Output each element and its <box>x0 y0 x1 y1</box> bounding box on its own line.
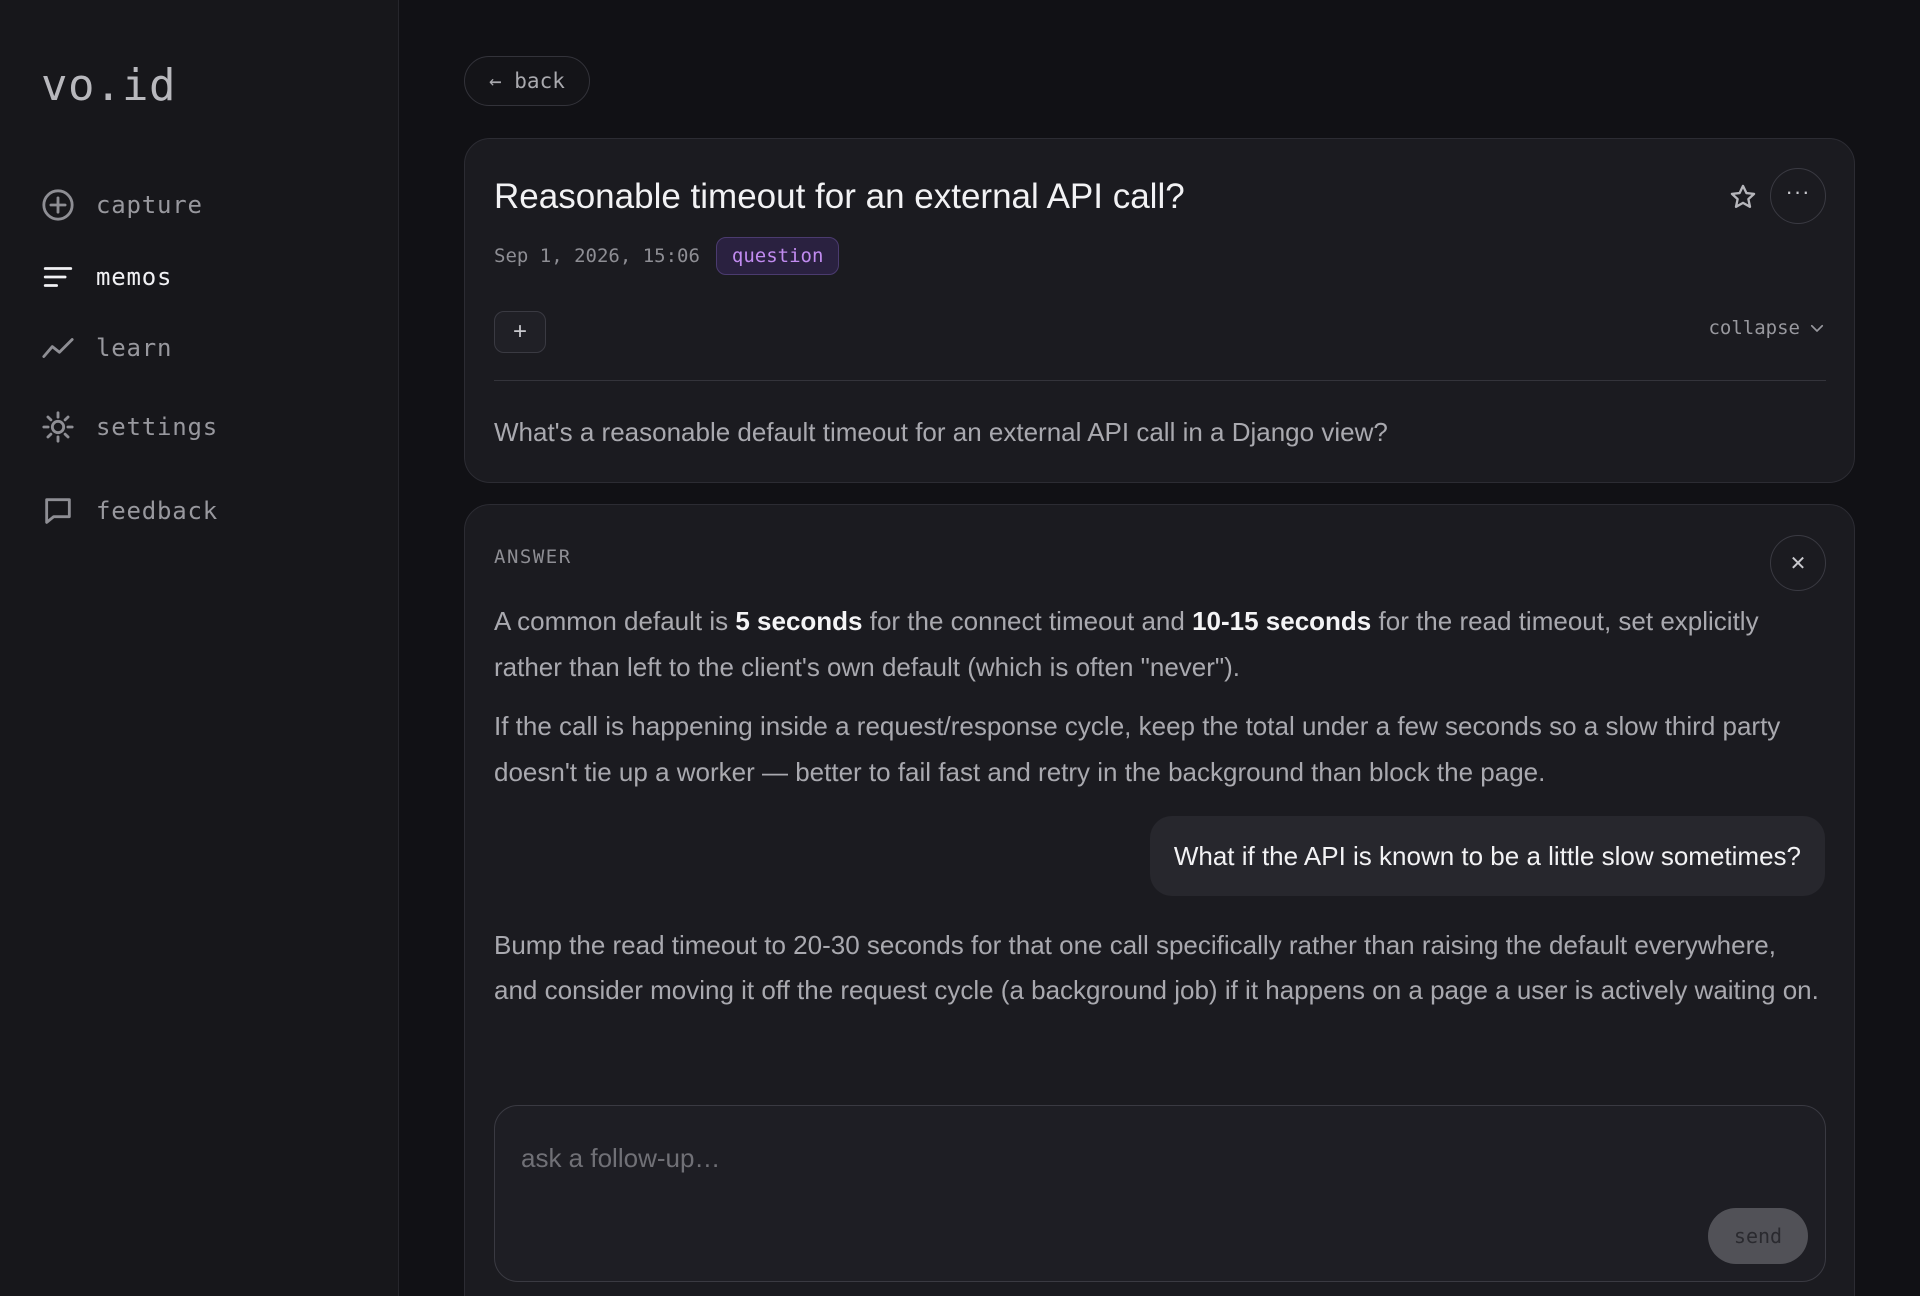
sidebar-item-feedback[interactable]: feedback <box>40 486 218 536</box>
trend-line-icon <box>40 330 76 366</box>
sidebar-item-memos[interactable]: memos <box>40 252 172 302</box>
sun-gear-icon <box>40 409 76 445</box>
answer-text-run: A common default is <box>494 606 736 636</box>
answer-paragraph: Bump the read timeout to 20-30 seconds f… <box>494 930 1819 1005</box>
answer-emphasis: 5 seconds <box>735 606 863 636</box>
back-button[interactable]: ← back <box>464 56 590 106</box>
app-root: vo.id capture memos learn settings feedb… <box>0 0 1920 1296</box>
sidebar-item-label: memos <box>96 263 173 291</box>
answer-paragraph: If the call is happening inside a reques… <box>494 711 1781 787</box>
followup-input[interactable] <box>519 1138 1699 1178</box>
sidebar-item-capture[interactable]: capture <box>40 180 203 230</box>
add-tag-button[interactable]: + <box>494 311 546 353</box>
sidebar: vo.id capture memos learn settings feedb… <box>0 0 399 1296</box>
sidebar-item-label: learn <box>96 334 173 362</box>
chat-bubble-icon <box>40 493 76 529</box>
answer-card: ANSWER ✕ A common default is 5 seconds f… <box>464 504 1855 1296</box>
sidebar-item-label: settings <box>96 413 218 441</box>
star-icon <box>1730 184 1756 208</box>
answer-label: ANSWER <box>494 546 572 568</box>
memo-card: Reasonable timeout for an external API c… <box>464 138 1855 483</box>
sidebar-item-label: feedback <box>96 497 218 525</box>
more-icon: ··· <box>1785 179 1811 204</box>
more-options-button[interactable]: ··· <box>1770 168 1826 224</box>
collapse-button[interactable]: collapse <box>1708 317 1826 339</box>
sidebar-item-settings[interactable]: settings <box>40 402 218 452</box>
main-content: ← back Reasonable timeout for an externa… <box>399 0 1920 1296</box>
user-followup-message: What if the API is known to be a little … <box>1149 816 1825 896</box>
plus-circle-icon <box>40 187 76 223</box>
memo-date: Sep 1, 2026, 15:06 <box>494 245 700 267</box>
divider <box>494 380 1826 381</box>
favorite-button[interactable] <box>1721 175 1765 219</box>
sidebar-item-learn[interactable]: learn <box>40 323 172 373</box>
memo-title: Reasonable timeout for an external API c… <box>494 177 1185 216</box>
send-button[interactable]: send <box>1708 1208 1808 1264</box>
lines-icon <box>40 259 76 295</box>
answer-emphasis: 10-15 seconds <box>1192 606 1372 636</box>
close-answer-button[interactable]: ✕ <box>1770 535 1826 591</box>
close-icon: ✕ <box>1789 552 1807 575</box>
sidebar-item-label: capture <box>96 191 203 219</box>
collapse-label: collapse <box>1708 317 1800 339</box>
answer-paragraph: A common default is 5 seconds for the co… <box>494 598 1824 690</box>
answer-text-run: for the connect timeout and <box>862 606 1193 636</box>
memo-body: What's a reasonable default timeout for … <box>494 417 1388 447</box>
chevron-down-icon <box>1810 324 1824 332</box>
memo-meta: Sep 1, 2026, 15:06 question <box>494 237 840 275</box>
tag-badge[interactable]: question <box>715 237 840 275</box>
app-logo[interactable]: vo.id <box>41 60 176 111</box>
followup-composer: send <box>494 1105 1826 1282</box>
